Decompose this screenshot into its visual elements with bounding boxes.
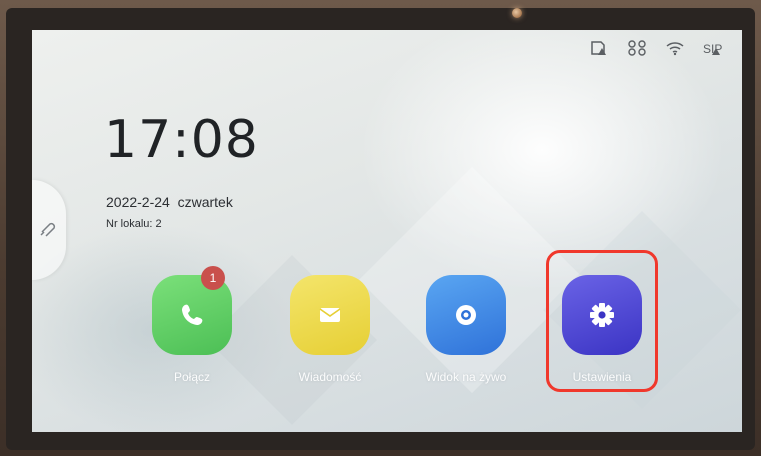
wifi-icon [664,40,686,56]
message-app-label: Wiadomość [298,370,362,384]
envelope-icon [319,308,341,322]
sip-warning-icon: SIP [702,40,724,56]
network-disconnected-icon [626,40,648,56]
live-view-app-label: Widok na żywo [425,370,507,384]
live-view-app-button[interactable] [426,275,506,355]
status-bar: SIP [588,40,724,56]
camera-lens-icon [456,305,476,325]
call-app-label: Połącz [173,370,211,384]
unit-number: Nr lokalu: 2 [106,218,162,230]
device-camera [512,8,522,18]
sd-card-warning-icon [588,40,610,56]
message-app-button[interactable] [290,275,370,355]
unlock-shortcut-icon [38,218,58,238]
clock-time: 17:08 [104,110,259,170]
phone-icon [182,304,203,325]
settings-highlight-box [546,250,658,392]
date-text: 2022-2-24 czwartek [106,194,233,210]
side-drawer-handle[interactable] [32,180,66,280]
notification-badge: 1 [201,266,225,290]
